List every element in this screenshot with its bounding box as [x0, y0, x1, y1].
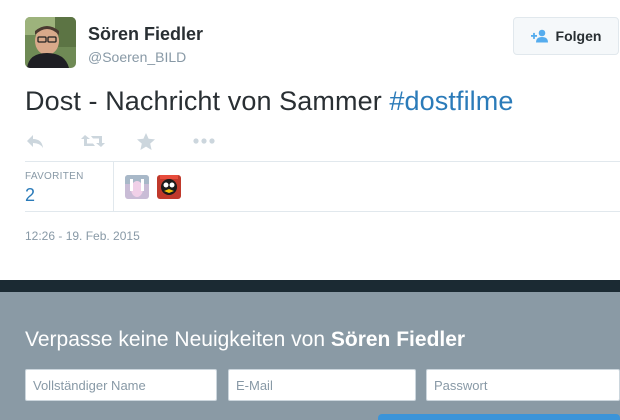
- retweet-icon: [81, 133, 105, 149]
- email-field[interactable]: [228, 369, 416, 401]
- favorites-label: FAVORITEN: [25, 171, 84, 182]
- signup-title-prefix: Verpasse keine Neuigkeiten von: [25, 328, 326, 351]
- reply-icon: [25, 133, 45, 149]
- tweet-body: Dost - Nachricht von Sammer: [25, 86, 382, 116]
- signup-band: [0, 280, 620, 292]
- signup-submit-button[interactable]: [378, 414, 620, 420]
- tweet-text: Dost - Nachricht von Sammer #dostfilme: [25, 86, 513, 117]
- more-icon: [193, 138, 215, 144]
- user-handle[interactable]: @Soeren_BILD: [88, 49, 186, 65]
- retweet-button[interactable]: [81, 130, 137, 152]
- signup-title-name: Sören Fiedler: [330, 328, 466, 351]
- tweet-hashtag[interactable]: #dostfilme: [389, 86, 513, 116]
- favoriter-avatar[interactable]: [157, 175, 181, 199]
- favorites-count[interactable]: 2: [25, 185, 35, 206]
- follow-user-icon: [530, 29, 549, 43]
- favoriter-avatar[interactable]: [125, 175, 149, 199]
- full-name-field[interactable]: [25, 369, 217, 401]
- follow-button-label: Folgen: [555, 28, 602, 44]
- tweet-stats: FAVORITEN 2: [25, 162, 620, 211]
- stats-separator: [113, 162, 114, 211]
- user-name[interactable]: Sören Fiedler: [88, 24, 203, 45]
- password-field[interactable]: [426, 369, 620, 401]
- tweet-actions: [25, 130, 249, 152]
- user-avatar[interactable]: [25, 17, 76, 68]
- signup-title: Verpasse keine Neuigkeiten von Sören Fie…: [25, 328, 465, 352]
- reply-button[interactable]: [25, 130, 81, 152]
- stats-bottom-divider: [25, 211, 620, 212]
- tweet-timestamp[interactable]: 12:26 - 19. Feb. 2015: [25, 229, 140, 243]
- more-button[interactable]: [193, 130, 249, 152]
- signup-banner: Verpasse keine Neuigkeiten von Sören Fie…: [0, 280, 620, 420]
- follow-button[interactable]: Folgen: [513, 17, 619, 55]
- favorite-button[interactable]: [137, 130, 193, 152]
- star-icon: [137, 132, 155, 150]
- tweet-card: Sören Fiedler @Soeren_BILD Folgen Dost -…: [0, 0, 620, 280]
